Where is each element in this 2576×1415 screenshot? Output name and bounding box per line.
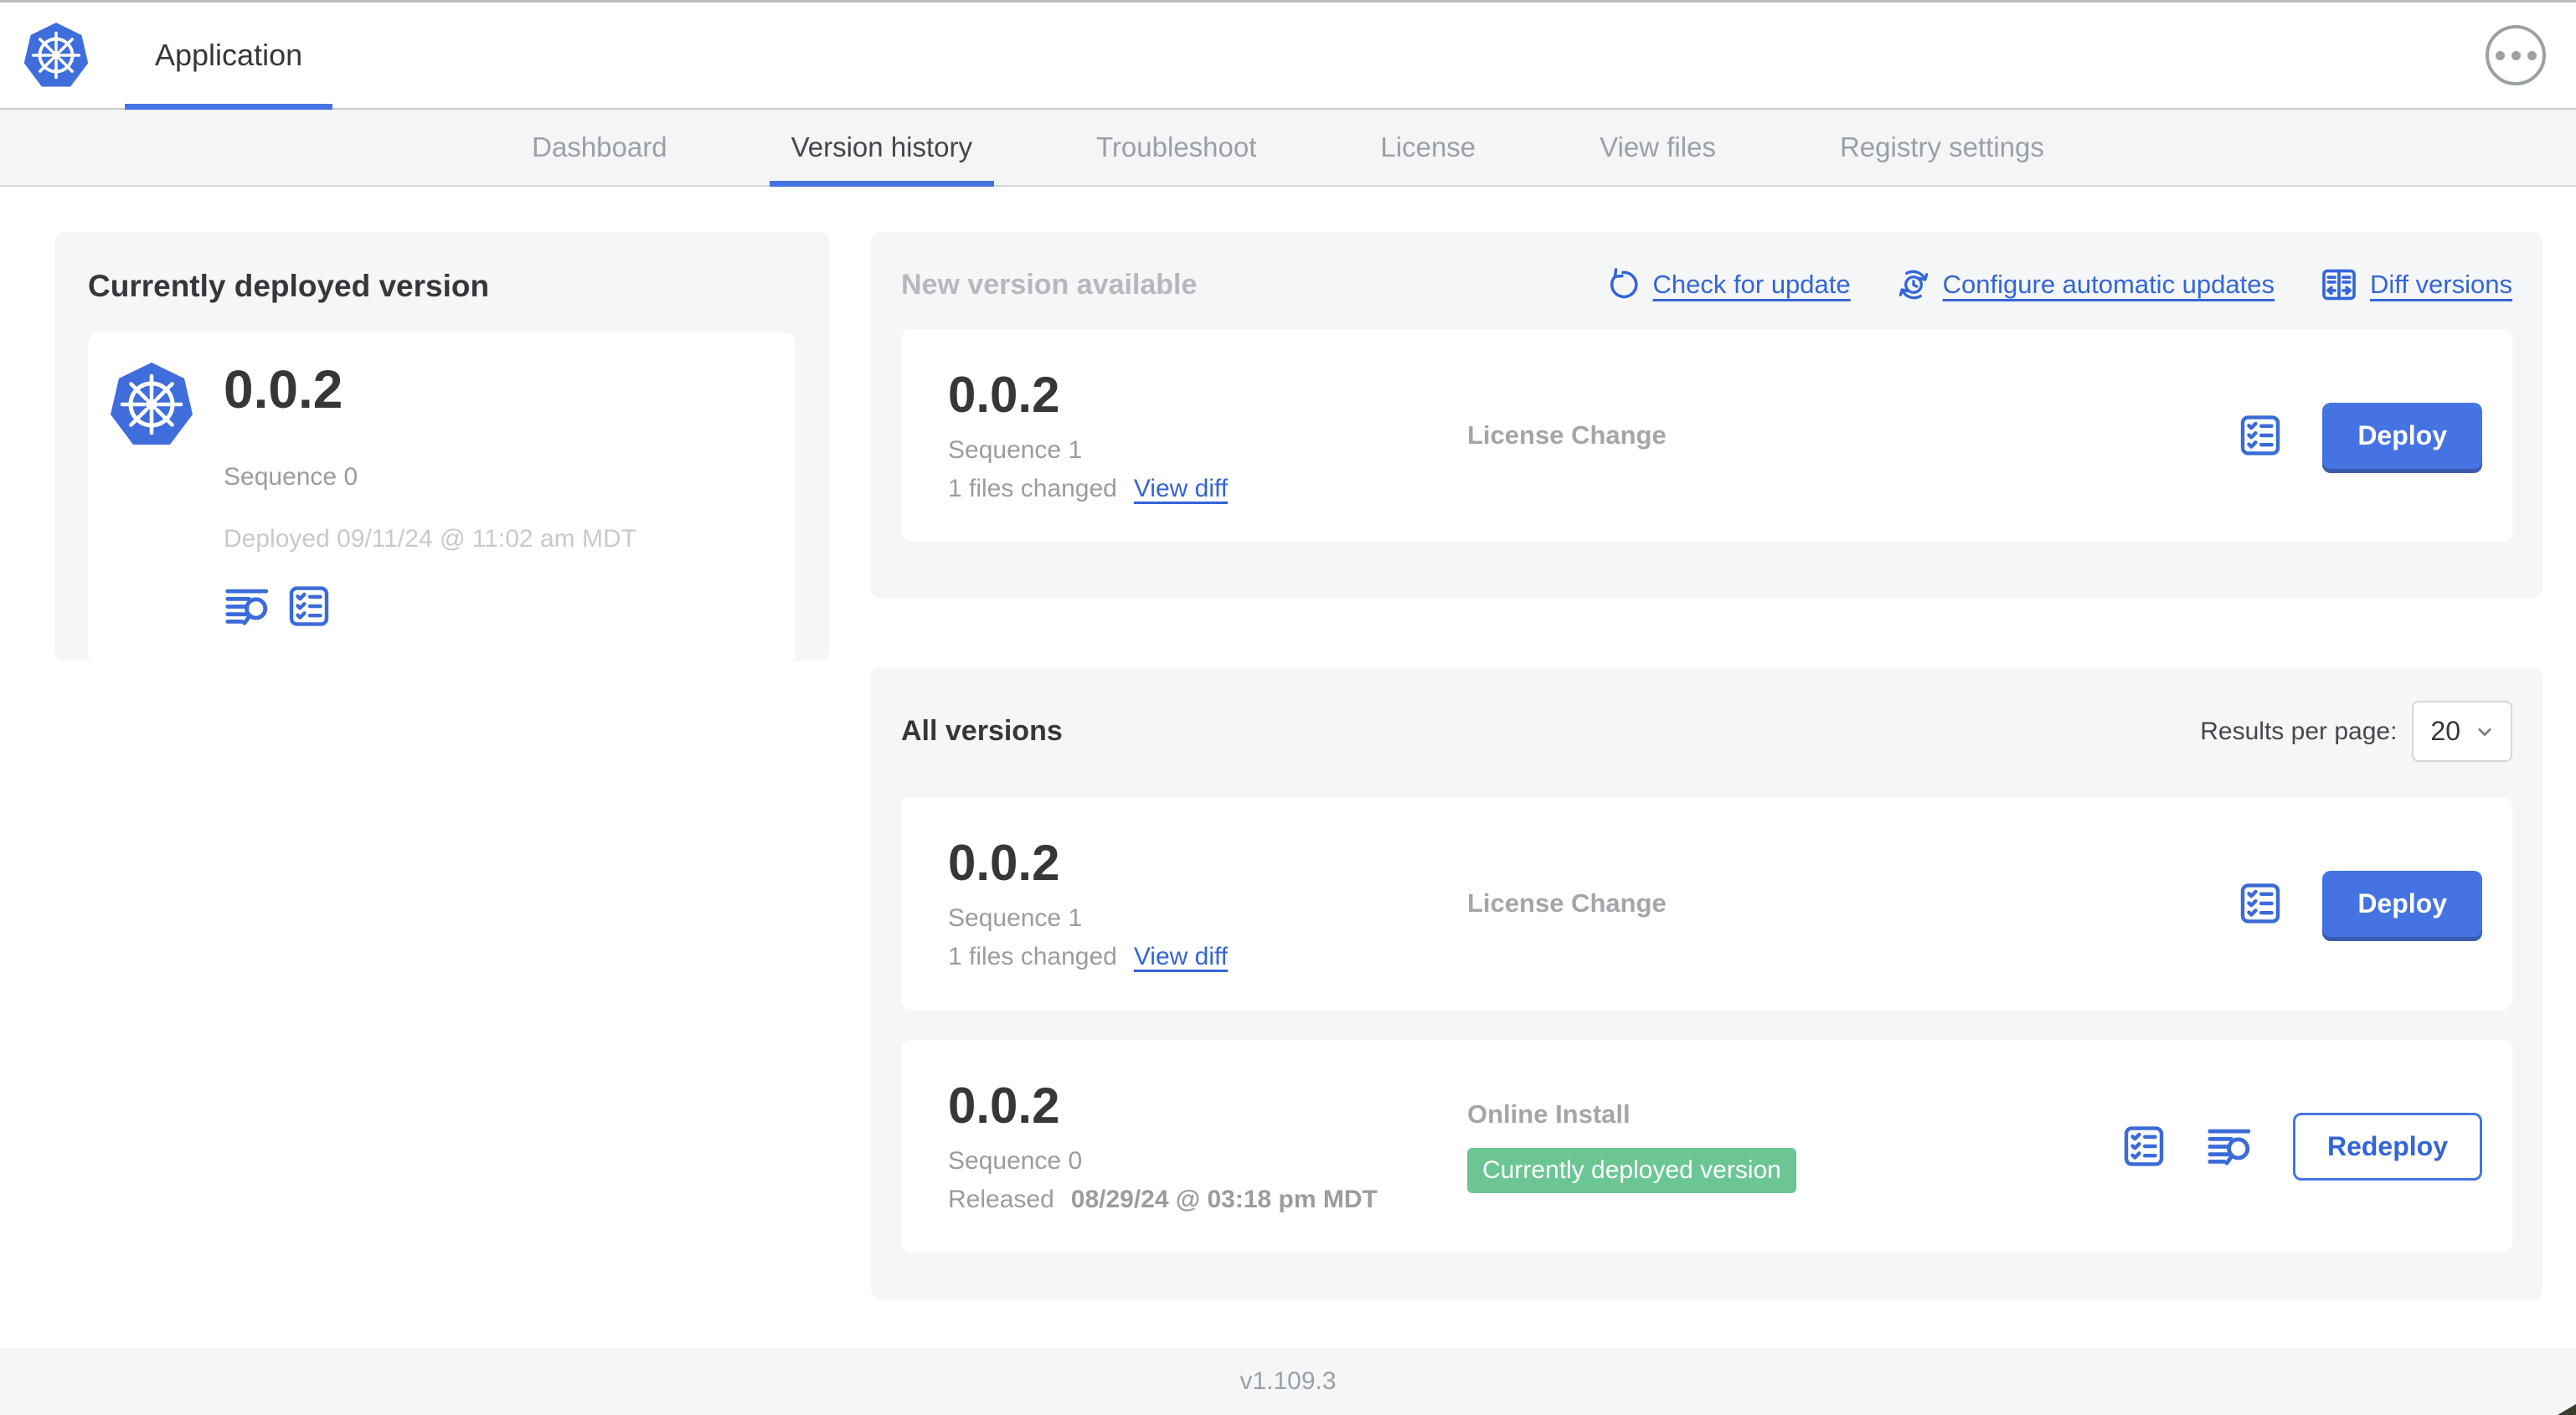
- new-version-panel-header: New version available Check for update C…: [901, 265, 2512, 304]
- view-diff-link[interactable]: View diff: [1134, 943, 1228, 971]
- deployed-timestamp: Deployed 09/11/24 @ 11:02 am MDT: [224, 525, 636, 553]
- deploy-logs-icon[interactable]: [224, 582, 272, 630]
- new-version-title: New version available: [901, 268, 1198, 301]
- currently-deployed-panel: Currently deployed version 0.0.2 Sequenc…: [54, 232, 829, 664]
- tab-dashboard[interactable]: Dashboard: [510, 110, 688, 185]
- all-versions-title: All versions: [901, 715, 1063, 747]
- more-menu-button[interactable]: [2486, 25, 2546, 85]
- ellipsis-icon: [2495, 50, 2505, 60]
- preflight-checks-icon[interactable]: [2237, 880, 2284, 927]
- schedule-update-icon: [1899, 270, 1928, 300]
- deploy-logs-icon[interactable]: [2206, 1122, 2254, 1171]
- version-number: 0.0.2: [948, 367, 1060, 423]
- tab-version-history[interactable]: Version history: [769, 110, 995, 187]
- deploy-button[interactable]: Deploy: [2322, 870, 2482, 937]
- files-changed-label: 1 files changed: [948, 475, 1117, 502]
- version-action-links: Check for update Configure automatic upd…: [1606, 265, 2512, 304]
- version-source-label: Online Install: [1467, 1099, 1631, 1129]
- view-diff-link[interactable]: View diff: [1134, 475, 1228, 503]
- version-number: 0.0.2: [948, 835, 1060, 891]
- version-number: 0.0.2: [948, 1078, 1060, 1134]
- version-sequence: Sequence 1: [948, 436, 1083, 464]
- app-tab[interactable]: Application: [125, 3, 333, 110]
- preflight-checks-icon[interactable]: [286, 583, 332, 630]
- preflight-checks-icon[interactable]: [2237, 412, 2284, 459]
- tab-registry-settings[interactable]: Registry settings: [1818, 110, 2066, 185]
- kubernetes-logo-icon: [110, 356, 224, 448]
- deployed-version-actions: [224, 582, 762, 630]
- tab-troubleshoot[interactable]: Troubleshoot: [1074, 110, 1278, 185]
- new-version-row: 0.0.2 Sequence 1 1 files changed View di…: [901, 329, 2512, 542]
- results-per-page-label: Results per page:: [2200, 717, 2398, 745]
- version-source-label: License Change: [1467, 420, 1667, 450]
- tab-view-files[interactable]: View files: [1578, 110, 1738, 185]
- version-sequence: Sequence 0: [948, 1147, 1083, 1175]
- configure-automatic-updates-link[interactable]: Configure automatic updates: [1896, 267, 2275, 302]
- tab-license[interactable]: License: [1358, 110, 1497, 185]
- files-changed-label: 1 files changed: [948, 943, 1117, 970]
- check-for-update-link[interactable]: Check for update: [1606, 267, 1851, 302]
- version-row-sequence-1: 0.0.2 Sequence 1 1 files changed View di…: [901, 797, 2512, 1010]
- deploy-button[interactable]: Deploy: [2322, 402, 2482, 469]
- all-versions-panel: All versions Results per page: 20 0.0.2 …: [871, 667, 2543, 1299]
- version-row-sequence-0: 0.0.2 Sequence 0 Released 08/29/24 @ 03:…: [901, 1040, 2512, 1253]
- app-tab-label: Application: [155, 38, 303, 72]
- deployed-version-card: 0.0.2 Sequence 0 Deployed 09/11/24 @ 11:…: [88, 332, 796, 664]
- chevron-down-icon: [2478, 728, 2491, 736]
- currently-deployed-badge: Currently deployed version: [1467, 1148, 1796, 1193]
- redeploy-button[interactable]: Redeploy: [2292, 1112, 2482, 1181]
- version-source-label: License Change: [1467, 888, 1667, 918]
- all-versions-header: All versions Results per page: 20: [901, 701, 2512, 762]
- deployed-sequence-label: Sequence 0: [224, 463, 358, 491]
- app-tab-active-underline: [125, 104, 333, 110]
- nav-tab-bar: Dashboard Version history Troubleshoot L…: [0, 110, 2576, 187]
- currently-deployed-title: Currently deployed version: [88, 269, 490, 303]
- diff-versions-link[interactable]: Diff versions: [2320, 265, 2512, 304]
- main-content: Currently deployed version 0.0.2 Sequenc…: [0, 187, 2576, 1348]
- preflight-checks-icon[interactable]: [2120, 1123, 2167, 1170]
- results-per-page: Results per page: 20: [2200, 701, 2512, 762]
- console-version-label: v1.109.3: [1239, 1367, 1337, 1395]
- results-per-page-select[interactable]: 20: [2412, 701, 2512, 762]
- deployed-version-number: 0.0.2: [224, 359, 343, 419]
- footer: v1.109.3: [0, 1348, 2576, 1415]
- kubernetes-logo-icon: [23, 21, 89, 90]
- top-bar: Application: [0, 3, 2576, 110]
- new-version-panel: New version available Check for update C…: [871, 232, 2543, 599]
- released-timestamp: 08/29/24 @ 03:18 pm MDT: [1070, 1186, 1378, 1213]
- refresh-icon: [1610, 268, 1638, 299]
- version-sequence: Sequence 1: [948, 904, 1083, 932]
- released-label: Released: [948, 1186, 1054, 1213]
- admin-console-app: Application Dashboard Version history Tr…: [0, 0, 2576, 1415]
- right-column: New version available Check for update C…: [871, 232, 2543, 1299]
- diff-icon: [2322, 269, 2356, 301]
